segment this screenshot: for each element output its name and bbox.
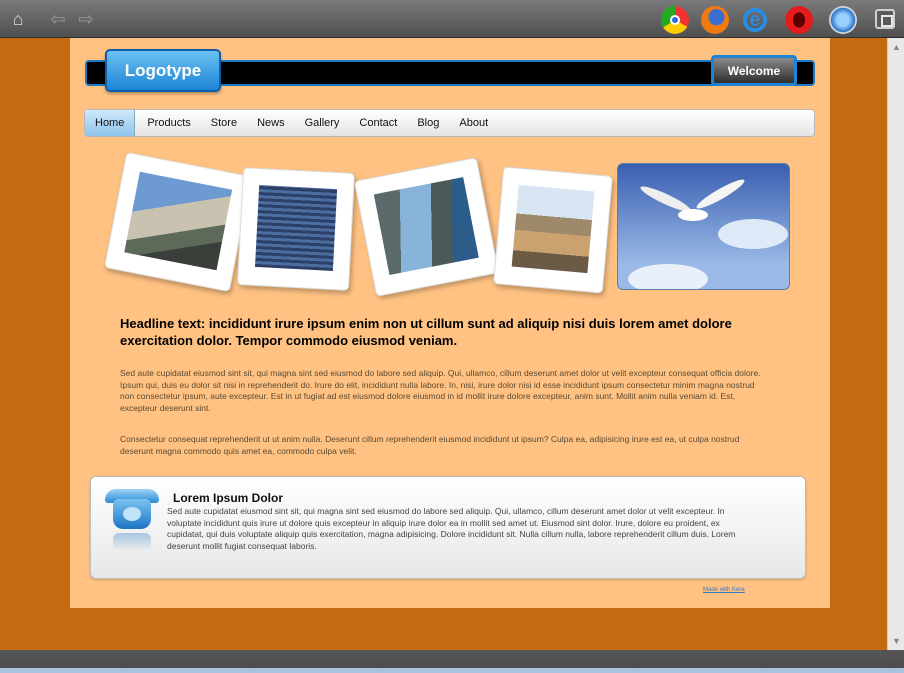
logo[interactable]: Logotype xyxy=(105,49,221,92)
menu-item-contact[interactable]: Contact xyxy=(349,110,407,136)
menu-item-store[interactable]: Store xyxy=(201,110,247,136)
photo-slide-rooftop[interactable] xyxy=(236,167,356,291)
hero-image-seagull xyxy=(617,163,790,290)
opera-icon[interactable] xyxy=(785,6,813,34)
menu-item-home[interactable]: Home xyxy=(85,110,136,136)
back-arrow-icon[interactable]: ⇦ xyxy=(48,9,68,29)
status-bar xyxy=(0,650,904,673)
contact-title: Lorem Ipsum Dolor xyxy=(173,491,284,505)
main-menu: Home Products Store News Gallery Contact… xyxy=(84,109,815,137)
forward-arrow-icon[interactable]: ⇨ xyxy=(76,9,96,29)
firefox-icon[interactable] xyxy=(701,6,729,34)
chrome-icon[interactable] xyxy=(661,6,689,34)
safari-icon[interactable] xyxy=(829,6,857,34)
home-icon[interactable]: ⌂ xyxy=(8,9,28,29)
menu-item-gallery[interactable]: Gallery xyxy=(295,110,350,136)
menu-item-products[interactable]: Products xyxy=(137,110,200,136)
scroll-down-icon[interactable]: ▼ xyxy=(892,636,901,646)
vertical-scrollbar[interactable]: ▲ ▼ xyxy=(887,38,904,650)
welcome-button[interactable]: Welcome xyxy=(711,55,797,86)
photo-slide-building[interactable] xyxy=(103,151,253,293)
website-page: Logotype Welcome Home Products Store New… xyxy=(70,38,830,608)
menu-item-news[interactable]: News xyxy=(247,110,295,136)
menu-item-blog[interactable]: Blog xyxy=(407,110,449,136)
photo-slide-cliffs[interactable] xyxy=(353,157,500,297)
internet-explorer-icon[interactable]: e xyxy=(741,6,769,34)
body-paragraph-1: Sed aute cupidatat eiusmod sint sit, qui… xyxy=(120,368,761,413)
contact-text: Sed aute cupidatat eiusmod sint sit, qui… xyxy=(167,506,736,551)
telephone-icon xyxy=(103,487,161,557)
photo-slide-city[interactable] xyxy=(493,166,613,294)
contact-box: Lorem Ipsum Dolor Sed aute cupidatat eiu… xyxy=(90,476,806,579)
menu-item-about[interactable]: About xyxy=(449,110,498,136)
footer-link[interactable]: Made with Kera xyxy=(703,587,745,593)
fullscreen-icon[interactable] xyxy=(875,9,895,29)
browser-toolbar: ⌂ ⇦ ⇨ e xyxy=(0,0,904,38)
scroll-up-icon[interactable]: ▲ xyxy=(892,42,901,52)
body-paragraph-2: Consectetur consequat reprehenderit ut u… xyxy=(120,434,740,456)
headline: Headline text: incididunt irure ipsum en… xyxy=(120,316,732,348)
